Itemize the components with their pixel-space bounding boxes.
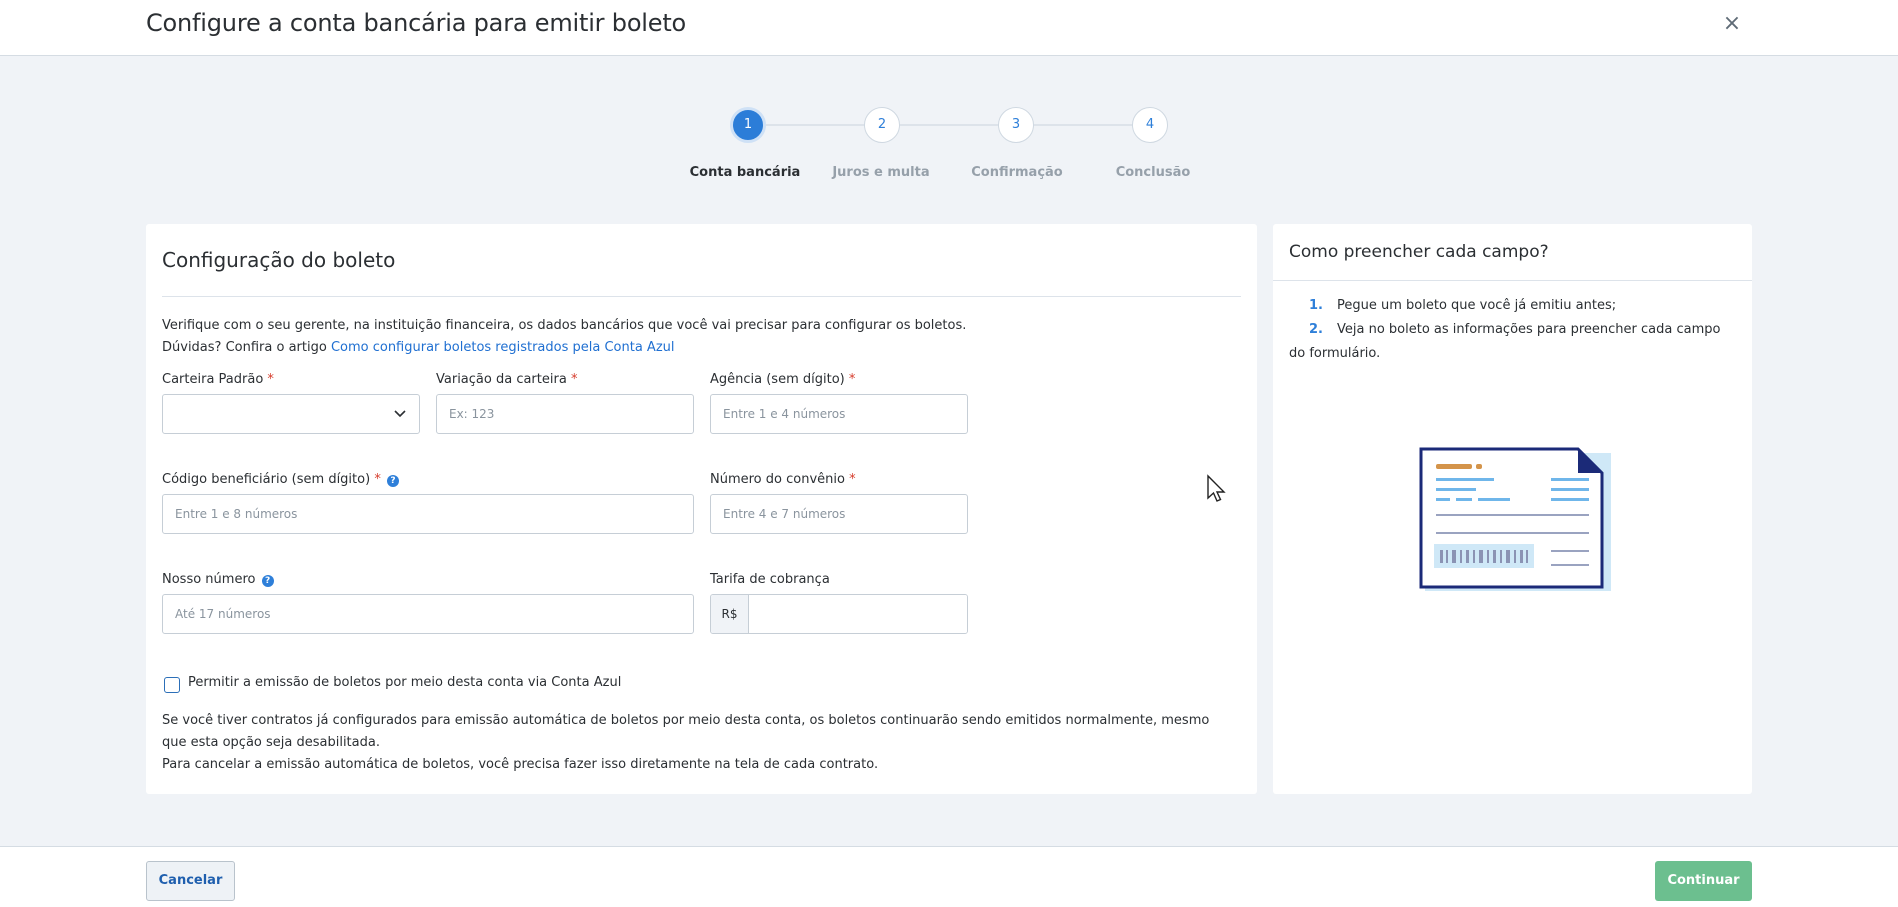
- currency-prefix: R$: [711, 595, 749, 633]
- help-step-number: 2.: [1309, 322, 1323, 337]
- carteira-label: Carteira Padrão *: [162, 372, 274, 387]
- step-2-circle: 2: [864, 107, 900, 143]
- divider: [1273, 280, 1752, 281]
- continue-button[interactable]: Continuar: [1655, 861, 1752, 901]
- help-card: Como preencher cada campo? 1. Pegue um bo…: [1273, 224, 1752, 794]
- required-mark: *: [849, 472, 856, 487]
- tarifa-label: Tarifa de cobrança: [710, 572, 830, 587]
- help-steps: 1. Pegue um boleto que você já emitiu ant…: [1289, 294, 1729, 366]
- modal-footer: Cancelar Continuar: [0, 846, 1898, 907]
- tarifa-input[interactable]: [749, 595, 967, 633]
- carteira-select[interactable]: [162, 394, 420, 434]
- required-mark: *: [374, 472, 381, 487]
- help-step-text: Veja no boleto as informações para preen…: [1289, 322, 1721, 361]
- stepper: 1 2 3 4 Conta bancária Juros e multa Con…: [0, 0, 1898, 200]
- nosso-numero-label: Nosso número ?: [162, 572, 274, 587]
- emission-note: Se você tiver contratos já configurados …: [162, 710, 1222, 776]
- boleto-config-card: Configuração do boleto Verifique com o s…: [146, 224, 1257, 794]
- agencia-label: Agência (sem dígito) *: [710, 372, 855, 387]
- help-step: 2. Veja no boleto as informações para pre…: [1289, 318, 1729, 366]
- carteira-label-text: Carteira Padrão: [162, 372, 264, 387]
- allow-emission-label: Permitir a emissão de boletos por meio d…: [188, 675, 622, 690]
- section-title: Configuração do boleto: [162, 248, 396, 272]
- help-title: Como preencher cada campo?: [1289, 242, 1549, 262]
- note-line: Se você tiver contratos já configurados …: [162, 713, 1210, 750]
- tarifa-input-group: R$: [710, 594, 968, 634]
- step-connector: [900, 124, 1000, 126]
- step-3-circle: 3: [998, 107, 1034, 143]
- step-4-label: Conclusão: [1115, 165, 1191, 180]
- agencia-input[interactable]: [710, 394, 968, 434]
- allow-emission-checkbox[interactable]: [164, 677, 180, 693]
- step-1-circle: 1: [730, 107, 766, 143]
- boleto-illustration: [1419, 447, 1611, 591]
- help-icon[interactable]: ?: [261, 575, 274, 587]
- required-mark: *: [267, 372, 274, 387]
- divider: [162, 296, 1241, 297]
- intro-line: Verifique com o seu gerente, na institui…: [162, 318, 967, 333]
- convenio-label-text: Número do convênio: [710, 472, 845, 487]
- help-step-text: Pegue um boleto que você já emitiu antes…: [1337, 298, 1617, 313]
- help-step: 1. Pegue um boleto que você já emitiu ant…: [1289, 294, 1729, 318]
- nosso-numero-label-text: Nosso número: [162, 572, 256, 587]
- codigo-label: Código beneficiário (sem dígito) * ?: [162, 472, 399, 487]
- nosso-numero-input[interactable]: [162, 594, 694, 634]
- help-icon[interactable]: ?: [386, 475, 399, 487]
- intro-line: Dúvidas? Confira o artigo Como configura…: [162, 337, 966, 359]
- mouse-cursor-icon: [1207, 474, 1226, 502]
- convenio-input[interactable]: [710, 494, 968, 534]
- agencia-label-text: Agência (sem dígito): [710, 372, 845, 387]
- variacao-input[interactable]: [436, 394, 694, 434]
- variacao-label: Variação da carteira *: [436, 372, 577, 387]
- intro-prefix: Dúvidas? Confira o artigo: [162, 340, 331, 355]
- step-connector: [1034, 124, 1134, 126]
- variacao-label-text: Variação da carteira: [436, 372, 567, 387]
- help-article-link[interactable]: Como configurar boletos registrados pela…: [331, 340, 675, 355]
- step-4-circle: 4: [1132, 107, 1168, 143]
- required-mark: *: [570, 372, 578, 387]
- chevron-down-icon: [394, 410, 406, 418]
- convenio-label: Número do convênio *: [710, 472, 856, 487]
- step-connector: [766, 124, 866, 126]
- cancel-button[interactable]: Cancelar: [146, 861, 235, 901]
- note-line: Para cancelar a emissão automática de bo…: [162, 757, 879, 772]
- codigo-label-text: Código beneficiário (sem dígito): [162, 472, 371, 487]
- required-mark: *: [848, 372, 856, 387]
- intro-text: Verifique com o seu gerente, na institui…: [162, 315, 966, 359]
- help-step-number: 1.: [1309, 298, 1323, 313]
- codigo-beneficiario-input[interactable]: [162, 494, 694, 534]
